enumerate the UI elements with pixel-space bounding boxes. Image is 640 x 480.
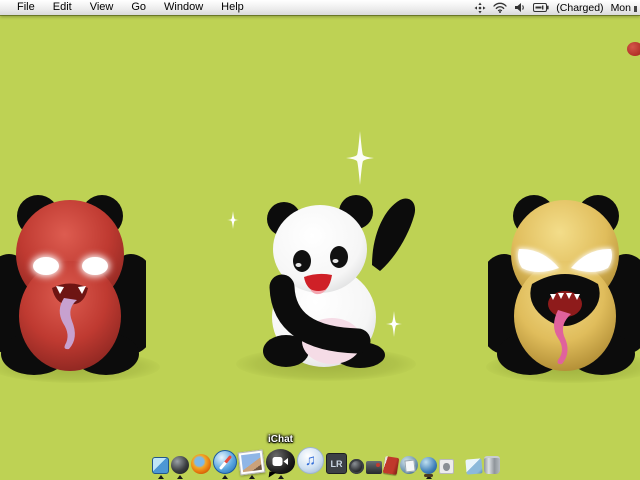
menu-bar-status: (Charged) Mon bbox=[474, 2, 640, 14]
dock-item-ichat[interactable]: iChat bbox=[266, 449, 295, 479]
dock-item-camera-lens-app[interactable] bbox=[349, 459, 364, 479]
trash-icon bbox=[484, 456, 500, 474]
menu-bar-clock[interactable]: Mon bbox=[611, 2, 637, 14]
white-waving-panda-artwork bbox=[252, 191, 424, 375]
dock-item-blue-document[interactable] bbox=[466, 459, 482, 479]
dock-item-lightroom[interactable]: LR bbox=[326, 453, 347, 479]
menu-bar: File Edit View Go Window Help bbox=[0, 0, 640, 15]
lightroom-badge: LR bbox=[331, 459, 343, 469]
globe-document-icon bbox=[400, 456, 418, 474]
lightroom-icon: LR bbox=[326, 453, 347, 474]
dock-item-iphoto[interactable] bbox=[239, 451, 264, 479]
red-book-icon bbox=[383, 456, 399, 475]
dock-item-globe-document-app[interactable] bbox=[400, 456, 418, 479]
running-indicator bbox=[158, 475, 164, 479]
running-indicator bbox=[249, 475, 255, 479]
running-indicator bbox=[222, 475, 228, 479]
blue-document-icon bbox=[465, 458, 482, 474]
menu-go[interactable]: Go bbox=[122, 0, 155, 15]
battery-status-label[interactable]: (Charged) bbox=[556, 2, 603, 14]
volume-icon[interactable] bbox=[514, 2, 526, 13]
menu-view[interactable]: View bbox=[81, 0, 123, 15]
dock: iChat ♫ LR bbox=[152, 447, 500, 479]
dock-item-itunes[interactable]: ♫ bbox=[297, 447, 324, 479]
music-note-glyph: ♫ bbox=[305, 453, 316, 468]
dock-item-safari[interactable] bbox=[213, 450, 237, 479]
desktop-wallpaper[interactable]: iChat ♫ LR bbox=[0, 15, 640, 480]
running-indicator bbox=[278, 475, 284, 479]
dock-item-apple-box-app[interactable] bbox=[439, 459, 454, 479]
dock-item-red-book-app[interactable] bbox=[384, 457, 398, 479]
wifi-icon[interactable] bbox=[493, 2, 507, 13]
four-arrows-icon[interactable] bbox=[474, 2, 486, 14]
globe-stand-icon bbox=[420, 457, 437, 474]
running-indicator bbox=[177, 475, 183, 479]
video-camera-glyph bbox=[272, 456, 289, 467]
dock-hover-label: iChat bbox=[268, 434, 293, 445]
red-dot-accent bbox=[627, 42, 640, 56]
dock-item-camera-app[interactable] bbox=[366, 461, 382, 479]
mac-desktop-screen: { "menu_bar": { "menus": [ {"label": "Fi… bbox=[0, 0, 640, 480]
itunes-icon: ♫ bbox=[297, 447, 324, 474]
gold-angry-panda-artwork bbox=[488, 192, 640, 377]
camera-icon bbox=[366, 461, 382, 474]
camera-lens-icon bbox=[349, 459, 364, 474]
menu-bar-menus: File Edit View Go Window Help bbox=[0, 0, 253, 15]
safari-compass-icon bbox=[213, 450, 237, 474]
dock-item-finder[interactable] bbox=[152, 457, 169, 479]
ichat-bubble-icon bbox=[266, 449, 295, 474]
battery-icon[interactable] bbox=[533, 3, 549, 12]
red-devil-panda-artwork bbox=[0, 192, 146, 377]
menu-edit[interactable]: Edit bbox=[44, 0, 81, 15]
dark-globe-icon bbox=[171, 456, 189, 474]
sparkle-large bbox=[340, 129, 380, 187]
iphoto-icon bbox=[238, 450, 266, 476]
menu-file[interactable]: File bbox=[8, 0, 44, 15]
finder-icon bbox=[152, 457, 169, 474]
menu-help[interactable]: Help bbox=[212, 0, 253, 15]
firefox-icon bbox=[191, 454, 211, 474]
dock-item-firefox[interactable] bbox=[191, 454, 211, 479]
apple-box-icon bbox=[439, 459, 454, 474]
dock-item-globe-stand-app[interactable] bbox=[420, 457, 437, 479]
sparkle-small-left bbox=[226, 211, 240, 229]
menu-window[interactable]: Window bbox=[155, 0, 212, 15]
dock-item-dark-globe-app[interactable] bbox=[171, 456, 189, 479]
dock-item-trash[interactable] bbox=[484, 456, 500, 479]
